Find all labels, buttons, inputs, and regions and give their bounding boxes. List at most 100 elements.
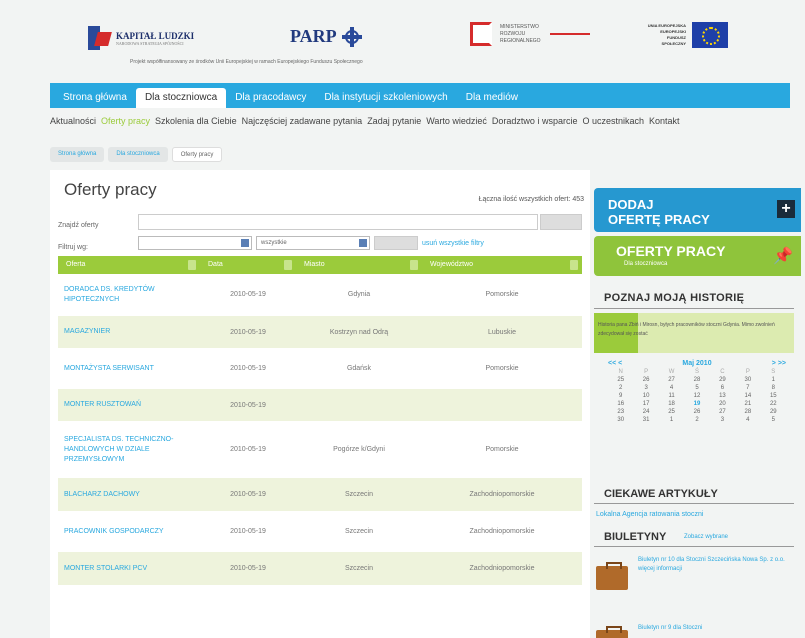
calendar-date[interactable]: 27 <box>659 377 684 383</box>
calendar-date[interactable]: 15 <box>761 393 786 399</box>
calendar-date[interactable]: 6 <box>710 385 735 391</box>
mrr-logo[interactable]: MINISTERSTWO ROZWOJU REGIONALNEGO <box>470 22 590 46</box>
clear-filters-link[interactable]: usuń wszystkie filtry <box>422 240 484 247</box>
column-header-data[interactable]: Data <box>200 256 296 274</box>
kapital-ludzki-logo[interactable]: KAPITAŁ LUDZKI NARODOWA STRATEGIA SPÓJNOŚ… <box>88 26 194 50</box>
calendar-date[interactable]: 29 <box>761 409 786 415</box>
calendar-date[interactable]: 12 <box>684 393 709 399</box>
bulletin-text[interactable]: Biuletyn nr 9 dla Stoczni <box>638 624 788 633</box>
tab-strona-glowna[interactable]: Strona główna <box>54 88 136 108</box>
story-box[interactable]: Historia pana Zbiń i Mirosn, byłych prac… <box>594 313 794 353</box>
calendar-date[interactable]: 28 <box>735 409 760 415</box>
subnav-doradztwo[interactable]: Doradztwo i wsparcie <box>492 116 578 126</box>
add-offer-button[interactable]: DODAJ OFERTĘ PRACY + <box>594 188 801 232</box>
calendar-date[interactable]: 11 <box>659 393 684 399</box>
calendar-date[interactable]: 2 <box>684 417 709 423</box>
calendar-date[interactable]: 3 <box>633 385 658 391</box>
sort-icon[interactable] <box>188 260 196 270</box>
calendar-date[interactable]: 24 <box>633 409 658 415</box>
subnav-szkolenia[interactable]: Szkolenia dla Ciebie <box>155 116 237 126</box>
calendar-next-button[interactable]: > >> <box>772 360 786 367</box>
offer-link[interactable]: MONTAŻYSTA SERWISANT <box>58 364 200 374</box>
subnav-oferty-pracy[interactable]: Oferty pracy <box>101 116 150 126</box>
calendar-date[interactable]: 7 <box>735 385 760 391</box>
calendar-date[interactable]: 9 <box>608 393 633 399</box>
sort-icon[interactable] <box>284 260 292 270</box>
calendar-date[interactable]: 16 <box>608 401 633 407</box>
offer-city: Szczecin <box>344 528 373 535</box>
offer-link[interactable]: BLACHARZ DACHOWY <box>58 490 200 500</box>
eu-logo[interactable]: UNIA EUROPEJSKA EUROPEJSKI FUNDUSZ SPOŁE… <box>646 22 728 48</box>
calendar-date[interactable]: 25 <box>608 377 633 383</box>
calendar-date[interactable]: 5 <box>761 417 786 423</box>
bulletin-text[interactable]: Biuletyn nr 10 dla Stoczni Szczecińska N… <box>638 556 788 574</box>
calendar-date[interactable]: 30 <box>735 377 760 383</box>
calendar-date[interactable]: 10 <box>633 393 658 399</box>
filter-select-value[interactable]: wszystkie <box>256 236 370 250</box>
filter-select-field[interactable] <box>138 236 252 250</box>
subnav-warto-wiedziec[interactable]: Warto wiedzieć <box>426 116 487 126</box>
calendar-date[interactable]: 18 <box>659 401 684 407</box>
search-button[interactable] <box>540 214 582 230</box>
calendar-date[interactable]: 14 <box>735 393 760 399</box>
offer-link[interactable]: MONTER RUSZTOWAŃ <box>58 400 200 410</box>
calendar-date[interactable]: 31 <box>633 417 658 423</box>
calendar-date[interactable]: 1 <box>659 417 684 423</box>
article-link[interactable]: Lokalna Agencja ratowania stoczni <box>596 511 703 518</box>
job-offers-button[interactable]: OFERTY PRACY Dla stoczniowca 📌 <box>594 236 801 276</box>
breadcrumb: Strona główna Dla stoczniowca Oferty pra… <box>50 147 223 162</box>
calendar-date[interactable]: 26 <box>684 409 709 415</box>
subnav-aktualnosci[interactable]: Aktualności <box>50 116 96 126</box>
tab-dla-instytucji[interactable]: Dla instytucji szkoleniowych <box>315 88 456 108</box>
calendar-date[interactable]: 26 <box>633 377 658 383</box>
offer-link[interactable]: MONTER STOLARKI PCV <box>58 564 200 574</box>
sort-icon[interactable] <box>570 260 578 270</box>
calendar-date[interactable]: 4 <box>659 385 684 391</box>
calendar-date[interactable]: 3 <box>710 417 735 423</box>
calendar-date[interactable]: 20 <box>710 401 735 407</box>
calendar-date[interactable]: 25 <box>659 409 684 415</box>
calendar-date[interactable]: 22 <box>761 401 786 407</box>
parp-logo[interactable]: PARP <box>290 26 362 47</box>
column-header-miasto[interactable]: Miasto <box>296 256 422 274</box>
column-header-wojewodztwo[interactable]: Województwo <box>422 256 582 274</box>
search-input[interactable] <box>138 214 538 230</box>
calendar-prev-button[interactable]: << < <box>608 360 622 367</box>
offer-link[interactable]: DORADCA DS. KREDYTÓW HIPOTECZNYCH <box>58 285 200 305</box>
breadcrumb-home[interactable]: Strona główna <box>50 147 105 162</box>
calendar-date[interactable]: 27 <box>710 409 735 415</box>
tab-dla-mediow[interactable]: Dla mediów <box>457 88 527 108</box>
subnav-faq[interactable]: Najczęściej zadawane pytania <box>242 116 363 126</box>
calendar-date[interactable]: 17 <box>633 401 658 407</box>
subnav-o-uczestnikach[interactable]: O uczestnikach <box>582 116 644 126</box>
subnav-zadaj-pytanie[interactable]: Zadaj pytanie <box>367 116 421 126</box>
calendar-date[interactable]: 19 <box>684 401 709 407</box>
calendar-date[interactable]: 23 <box>608 409 633 415</box>
calendar-date[interactable]: 30 <box>608 417 633 423</box>
offer-link[interactable]: PRACOWNIK GOSPODARCZY <box>58 527 200 537</box>
offer-link[interactable]: MAGAZYNIER <box>58 327 200 337</box>
breadcrumb-stoczniowca[interactable]: Dla stoczniowca <box>108 147 168 162</box>
subnav-kontakt[interactable]: Kontakt <box>649 116 680 126</box>
offer-region: Zachodniopomorskie <box>469 528 535 535</box>
calendar-date[interactable]: 28 <box>684 377 709 383</box>
plus-icon: + <box>777 200 795 218</box>
calendar-date[interactable]: 5 <box>684 385 709 391</box>
main-nav: Strona główna Dla stoczniowca Dla pracod… <box>50 83 790 108</box>
offer-link[interactable]: SPECJALISTA DS. TECHNICZNO-HANDLOWYCH W … <box>58 435 200 465</box>
calendar-date[interactable]: 29 <box>710 377 735 383</box>
sort-icon[interactable] <box>410 260 418 270</box>
calendar-date[interactable]: 21 <box>735 401 760 407</box>
calendar-day-name: N <box>618 369 623 375</box>
calendar-date[interactable]: 13 <box>710 393 735 399</box>
filter-button[interactable] <box>374 236 418 250</box>
calendar-date[interactable]: 8 <box>761 385 786 391</box>
tab-dla-stoczniowca[interactable]: Dla stoczniowca <box>135 88 227 108</box>
calendar-date[interactable]: 1 <box>761 377 786 383</box>
bulletins-more-link[interactable]: Zobacz wybrane <box>684 534 728 540</box>
calendar-date[interactable]: 2 <box>608 385 633 391</box>
calendar-date[interactable]: 4 <box>735 417 760 423</box>
bulletins-heading: BIULETYNY <box>604 531 667 543</box>
tab-dla-pracodawcy[interactable]: Dla pracodawcy <box>226 88 315 108</box>
column-header-oferta[interactable]: Oferta <box>58 256 200 274</box>
